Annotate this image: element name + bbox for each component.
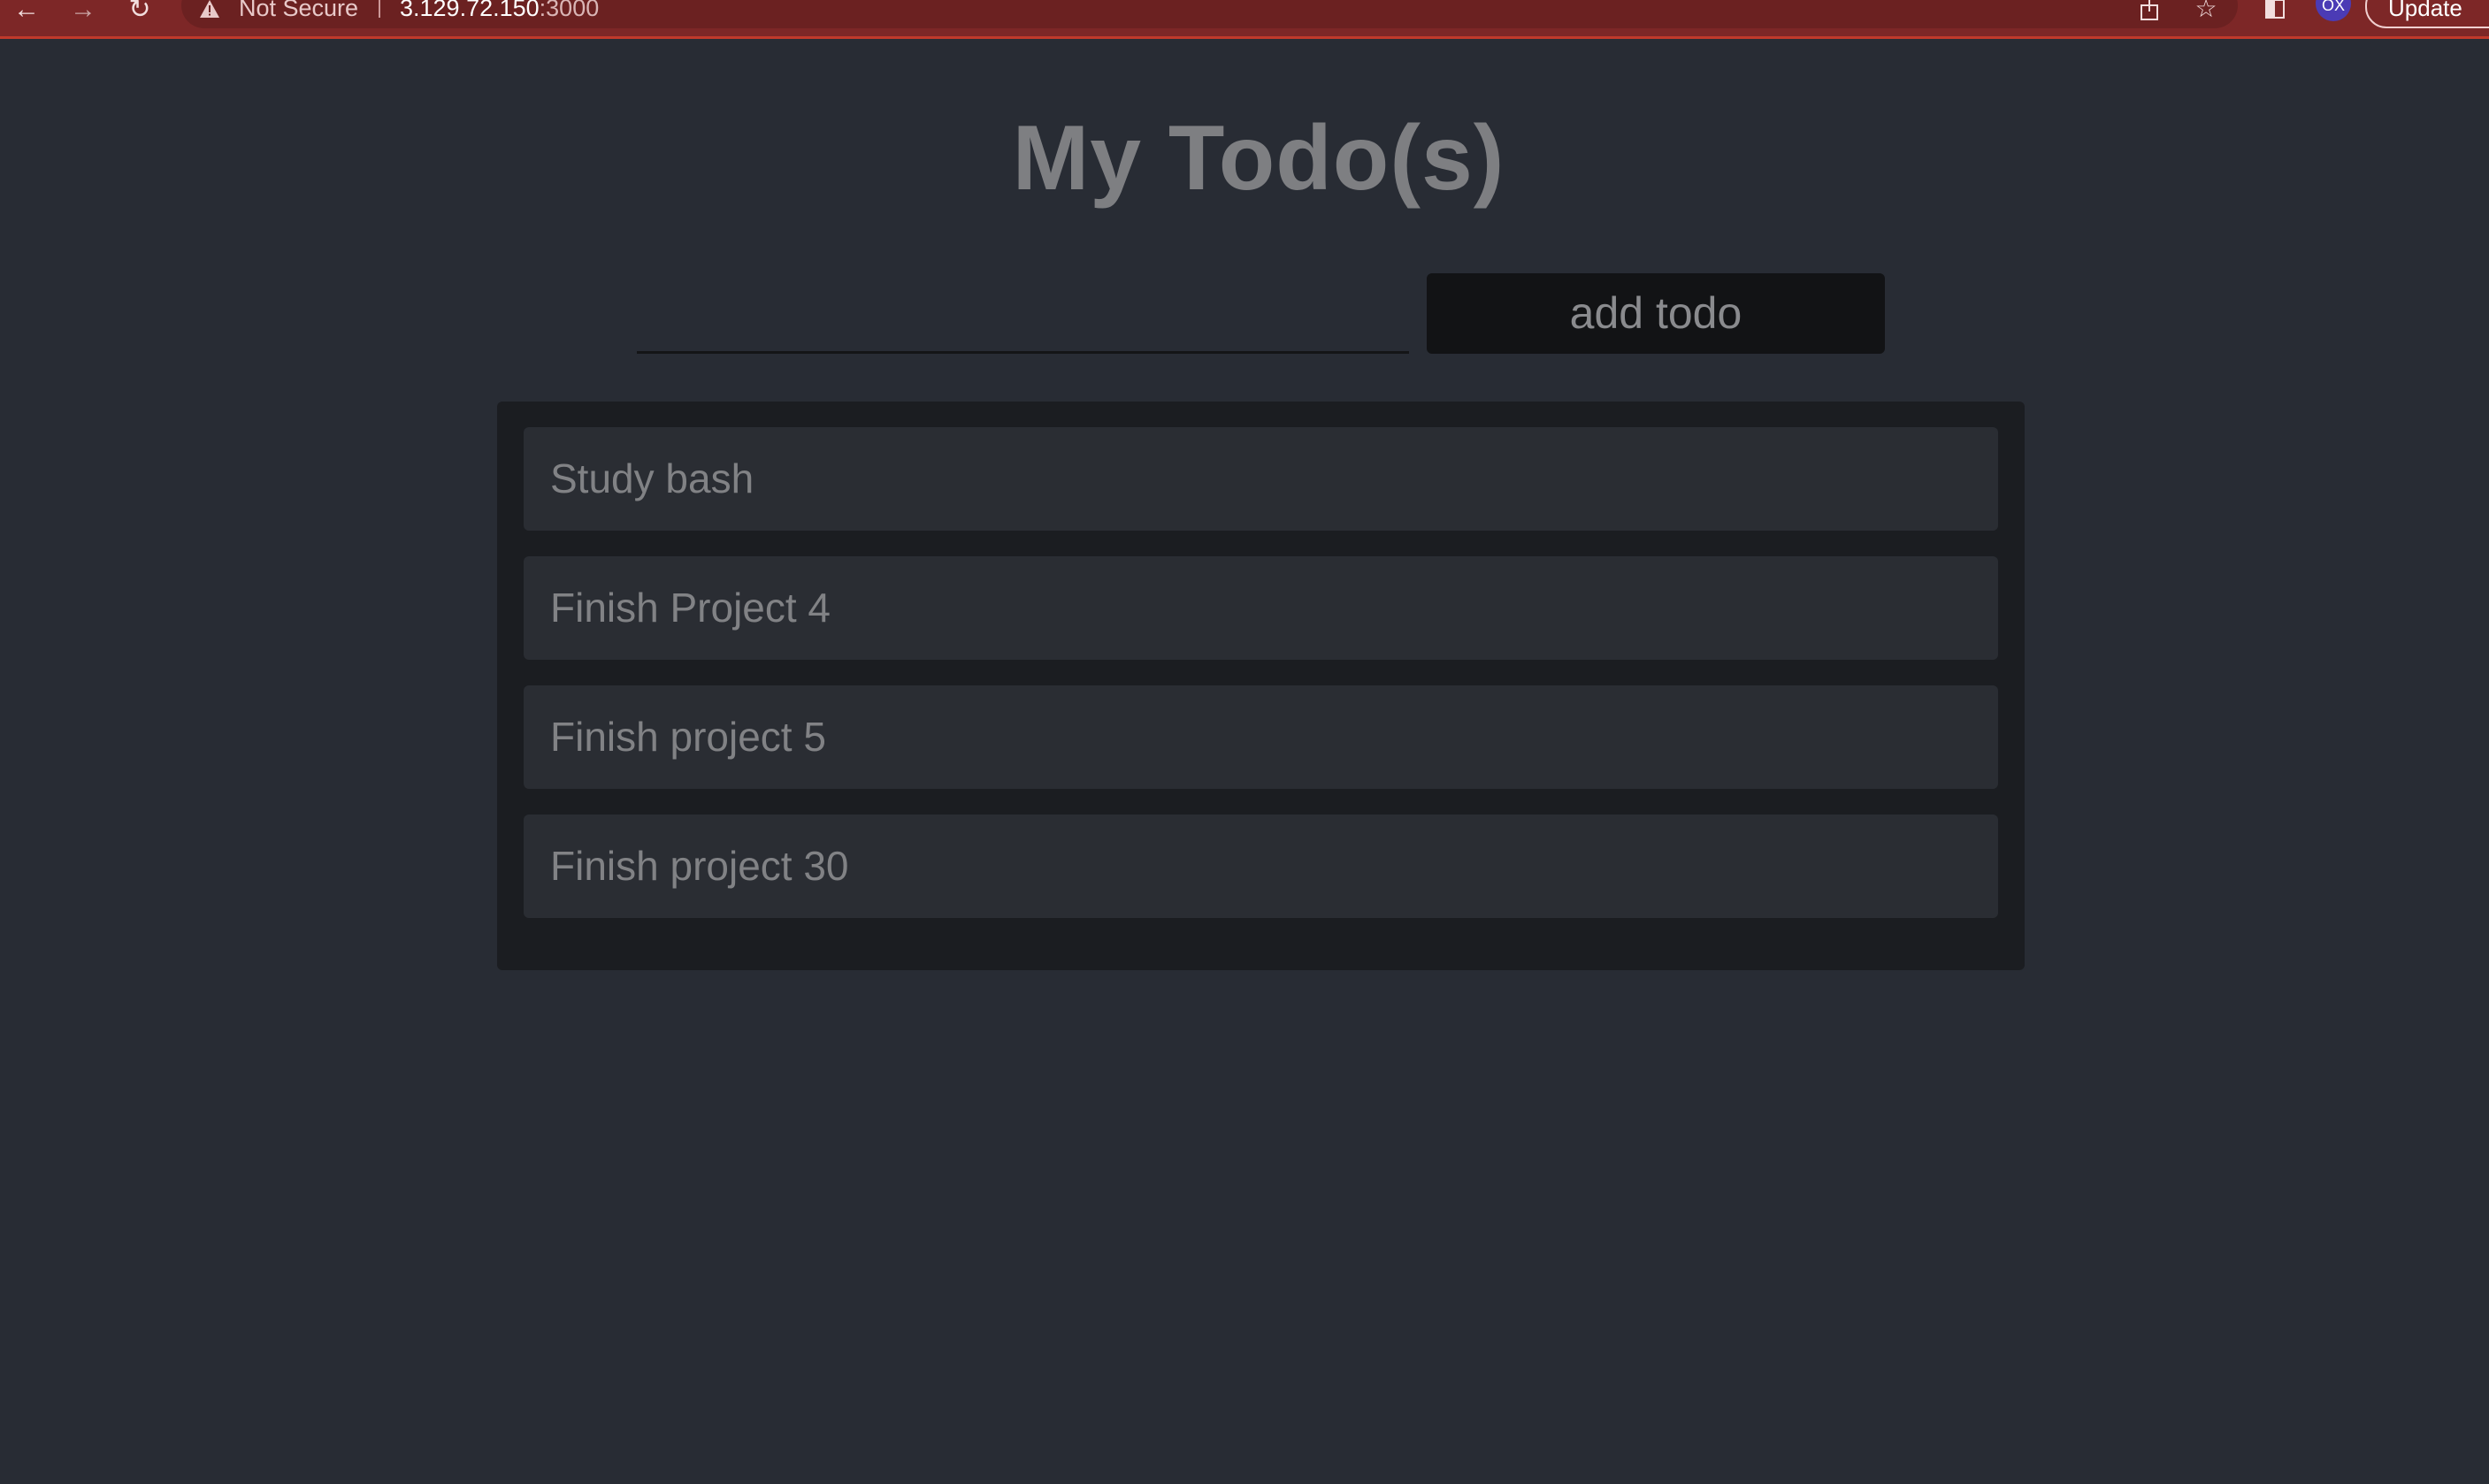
update-button[interactable]: Update — [2365, 0, 2489, 28]
forward-button[interactable]: → — [64, 0, 103, 27]
side-panel-icon — [2265, 0, 2285, 19]
url-separator — [379, 0, 380, 18]
page-title: My Todo(s) — [1012, 107, 1505, 210]
profile-avatar[interactable]: OX — [2316, 0, 2351, 21]
url-host: 3.129.72.150 — [400, 0, 540, 21]
share-button[interactable] — [2135, 0, 2164, 21]
arrow-left-icon: ← — [13, 0, 40, 24]
security-status-label[interactable]: Not Secure — [239, 0, 358, 22]
add-todo-button[interactable]: add todo — [1427, 273, 1885, 354]
browser-toolbar: ← → ↻ Not Secure 3.129.72.150:3000 ☆ OX … — [0, 0, 2489, 39]
share-icon — [2141, 0, 2158, 20]
todo-item[interactable]: Finish project 5 — [524, 685, 1998, 789]
reload-button[interactable]: ↻ — [120, 0, 159, 27]
bookmark-button[interactable]: ☆ — [2192, 0, 2220, 21]
todo-input[interactable] — [637, 281, 1409, 354]
arrow-right-icon: → — [70, 0, 96, 24]
reload-icon: ↻ — [128, 0, 151, 24]
url-text[interactable]: 3.129.72.150:3000 — [400, 0, 599, 22]
todo-item[interactable]: Finish Project 4 — [524, 556, 1998, 660]
side-panel-button[interactable] — [2261, 0, 2289, 21]
star-icon: ☆ — [2194, 0, 2217, 22]
warning-triangle-icon — [200, 0, 219, 18]
url-port: :3000 — [539, 0, 600, 21]
back-button[interactable]: ← — [7, 0, 46, 27]
todo-item[interactable]: Finish project 30 — [524, 815, 1998, 918]
todo-list: Study bash Finish Project 4 Finish proje… — [497, 402, 2025, 970]
todo-item[interactable]: Study bash — [524, 427, 1998, 531]
